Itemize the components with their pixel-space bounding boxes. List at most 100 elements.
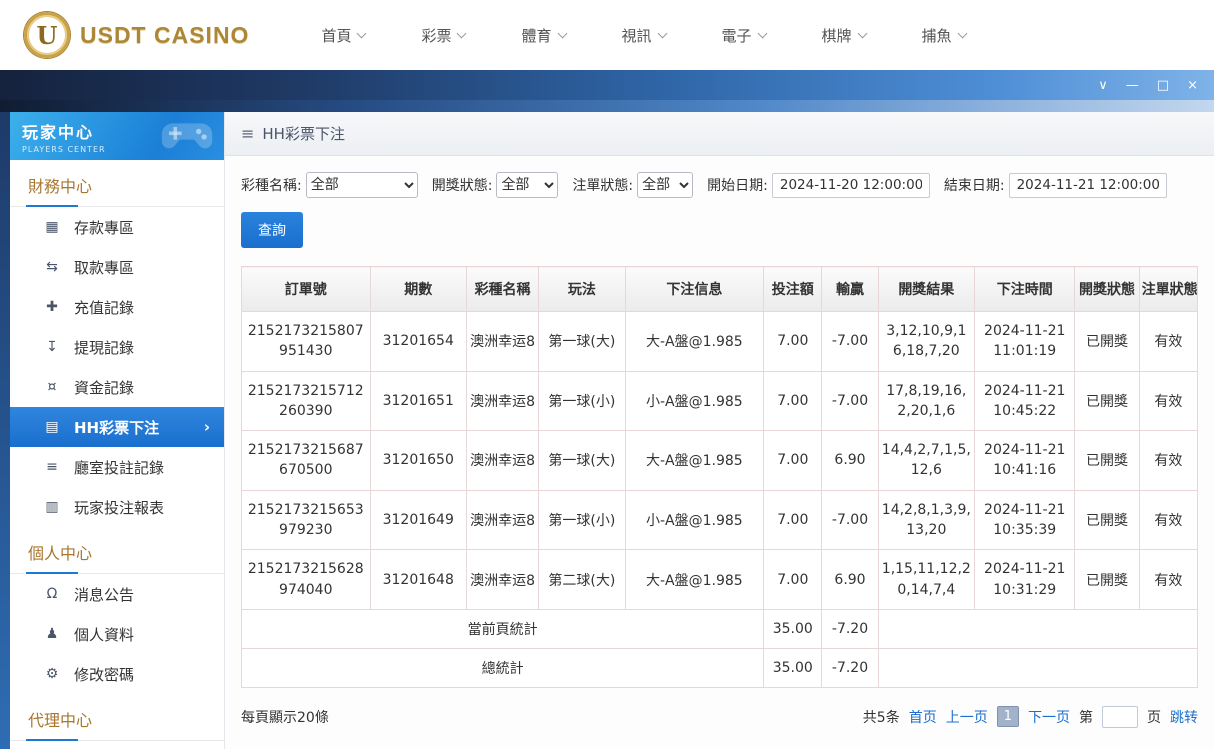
table-row: 2152173215712260390 31201651 澳洲幸运8 第一球(小… (241, 370, 1199, 432)
first-page-link[interactable]: 首页 (909, 707, 937, 727)
room-bets-icon: ≡ (46, 459, 58, 475)
sidebar-item-hh-lottery-bets[interactable]: ▤ HH彩票下注 › (10, 407, 224, 447)
draw-status-select[interactable]: 全部 (496, 172, 559, 198)
chevron-down-icon (957, 28, 968, 39)
withdraw-icon: ⇆ (46, 259, 58, 275)
cell-play-type: 第一球(小) (538, 489, 626, 551)
cell-win-loss: -7.00 (821, 370, 879, 432)
page-jump-input[interactable] (1102, 705, 1138, 728)
brand-title: USDT CASINO (80, 21, 250, 48)
page-size-text: 每頁顯示20條 (241, 709, 329, 726)
cell-play-type: 第一球(小) (538, 370, 626, 432)
nav-item-video[interactable]: 視訊 (621, 25, 667, 46)
col-bet-amount: 投注額 (763, 266, 823, 312)
cell-bet-amount: 7.00 (763, 430, 823, 491)
window-close-icon[interactable]: × (1187, 79, 1198, 92)
nav-item-fishing[interactable]: 捕魚 (921, 25, 968, 46)
cell-play-type: 第一球(大) (538, 311, 626, 372)
sidebar-item-change-password[interactable]: ⚙ 修改密碼 (10, 654, 224, 694)
prev-page-link[interactable]: 上一页 (946, 707, 988, 727)
col-draw-status: 開獎狀態 (1074, 266, 1140, 312)
cell-draw-status: 已開獎 (1074, 430, 1140, 491)
sidebar-item-deposit[interactable]: ▦ 存款專區 (10, 207, 224, 247)
draw-status-label: 開獎狀態: (431, 178, 493, 194)
col-lottery-name: 彩種名稱 (465, 266, 540, 312)
total-count-text: 共5条 (862, 709, 900, 726)
menu-icon[interactable]: ≡ (241, 124, 254, 143)
cell-order-no: 2152173215628974040 (241, 549, 371, 610)
start-date-input[interactable] (771, 172, 930, 198)
table-header-row: 訂單號 期數 彩種名稱 玩法 下注信息 投注額 輸贏 開獎結果 下注時間 開獎狀… (241, 266, 1199, 312)
cell-bet-amount: 7.00 (763, 549, 823, 610)
jump-prefix-label: 第 (1079, 709, 1093, 726)
cell-win-loss: -7.00 (821, 489, 879, 551)
window-minimize-icon[interactable]: — (1126, 79, 1139, 92)
sidebar-item-announcements[interactable]: Ω 消息公告 (10, 574, 224, 614)
grand-total-winloss: -7.20 (821, 647, 879, 688)
sidebar-item-player-bet-report[interactable]: ▥ 玩家投注報表 (10, 487, 224, 527)
section-personal: 個人中心 Ω 消息公告 ♟ 個人資料 ⚙ 修改密碼 (10, 527, 224, 694)
cell-draw-status: 已開獎 (1074, 549, 1140, 610)
col-draw-result: 開獎結果 (877, 266, 976, 312)
order-status-select[interactable]: 全部 (637, 172, 694, 198)
sidebar-item-withdraw[interactable]: ⇆ 取款專區 (10, 247, 224, 287)
cell-lottery-name: 澳洲幸运8 (465, 549, 540, 610)
cell-draw-status: 已開獎 (1074, 489, 1140, 551)
cell-win-loss: -7.00 (821, 311, 879, 372)
window-left-edge (0, 112, 10, 749)
page-total-winloss: -7.20 (821, 608, 879, 649)
col-bet-info: 下注信息 (624, 266, 765, 312)
cell-play-type: 第一球(大) (538, 430, 626, 491)
page-total-label: 當前頁統計 (240, 608, 765, 649)
jump-button[interactable]: 跳转 (1170, 707, 1198, 727)
cell-draw-result: 14,2,8,1,3,9,13,20 (877, 489, 976, 551)
bets-table: 訂單號 期數 彩種名稱 玩法 下注信息 投注額 輸贏 開獎結果 下注時間 開獎狀… (240, 266, 1199, 688)
current-page-indicator[interactable]: 1 (996, 706, 1019, 728)
start-date-label: 開始日期: (707, 178, 768, 194)
chevron-down-icon (657, 28, 667, 39)
cell-draw-result: 17,8,19,16,2,20,1,6 (877, 370, 976, 432)
sidebar-item-recharge-record[interactable]: ✚ 充值記錄 (10, 287, 224, 327)
nav-label: 視訊 (621, 26, 652, 45)
sidebar-item-label: 修改密碼 (74, 665, 135, 684)
sidebar-item-label: 資金記錄 (74, 378, 135, 397)
search-button[interactable]: 查詢 (241, 212, 303, 248)
window-controls: ∨ — □ × (1098, 79, 1198, 92)
table-row: 2152173215653979230 31201649 澳洲幸运8 第一球(小… (241, 489, 1199, 551)
lottery-name-select[interactable]: 全部 (305, 172, 418, 198)
cell-order-no: 2152173215653979230 (241, 489, 371, 551)
col-period: 期數 (369, 266, 467, 312)
brand[interactable]: U USDT CASINO (24, 12, 249, 58)
app-window: ∨ — □ × 玩家中心 PLAYERS CENTER 財務中心 ▦ 存款專區 … (0, 70, 1214, 749)
grand-total-label: 總統計 (240, 647, 765, 688)
page-total-empty (877, 608, 1199, 649)
pagination: 共5条 首页 上一页 1 下一页 第 页 跳转 (862, 705, 1198, 728)
window-maximize-icon[interactable]: □ (1157, 79, 1169, 92)
cell-draw-result: 14,4,2,7,1,5,12,6 (877, 430, 976, 491)
sidebar-item-label: 廳室投註記錄 (74, 458, 165, 477)
grand-total-row: 總統計 35.00 -7.20 (240, 647, 1199, 688)
nav-item-home[interactable]: 首頁 (321, 25, 367, 46)
nav-item-sports[interactable]: 體育 (521, 25, 567, 46)
sidebar-item-profile[interactable]: ♟ 個人資料 (10, 614, 224, 654)
window-collapse-icon[interactable]: ∨ (1098, 79, 1108, 92)
cell-bet-amount: 7.00 (763, 370, 823, 432)
sidebar-item-label: 提現記錄 (74, 338, 135, 357)
nav-item-electronic[interactable]: 電子 (722, 25, 767, 46)
sidebar-item-room-bet-record[interactable]: ≡ 廳室投註記錄 (10, 447, 224, 487)
nav-item-chess[interactable]: 棋牌 (822, 25, 867, 46)
cell-win-loss: 6.90 (821, 430, 879, 491)
cell-draw-status: 已開獎 (1074, 311, 1140, 372)
gear-icon: ⚙ (45, 666, 59, 682)
lottery-bets-icon: ▤ (45, 419, 59, 435)
nav-label: 捕魚 (921, 26, 952, 45)
chevron-down-icon (857, 28, 867, 39)
end-date-input[interactable] (1008, 172, 1167, 198)
section-title-agent: 代理中心 (10, 694, 224, 741)
nav-item-lottery[interactable]: 彩票 (421, 25, 467, 46)
sidebar-item-withdrawal-record[interactable]: ↧ 提現記錄 (10, 327, 224, 367)
sidebar-item-funds-record[interactable]: ¤ 資金記錄 (10, 367, 224, 407)
cell-order-no: 2152173215807951430 (241, 311, 371, 372)
next-page-link[interactable]: 下一页 (1028, 707, 1070, 727)
col-order-no: 訂單號 (241, 266, 371, 312)
